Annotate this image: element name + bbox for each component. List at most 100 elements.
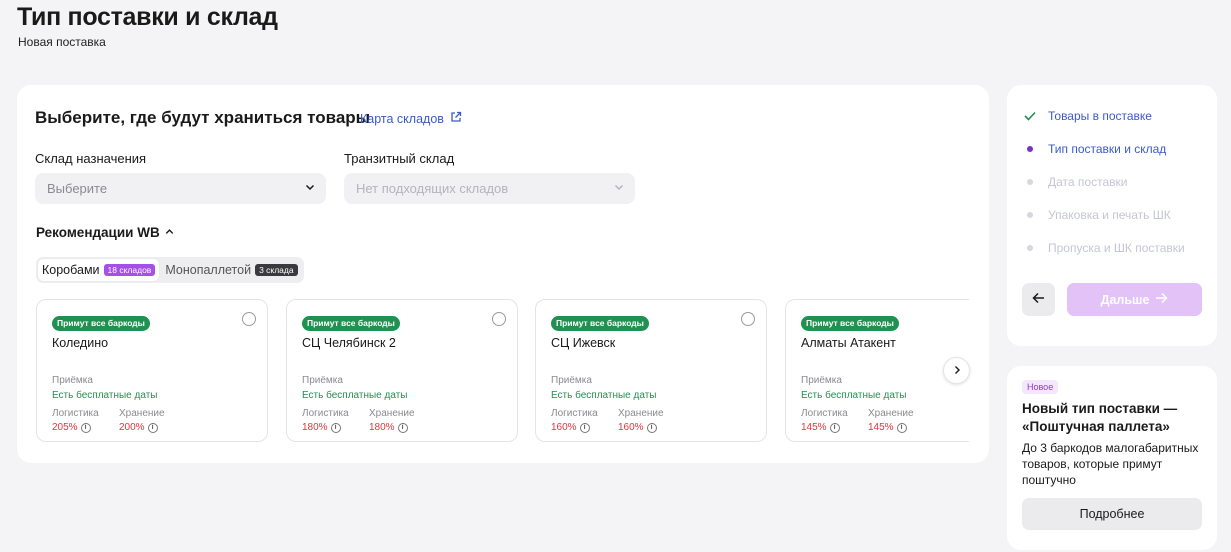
step-packing: Упаковка и печать ШК <box>1024 208 1171 222</box>
tab-label: Монопаллетой <box>165 263 252 277</box>
step-passes: Пропуска и ШК поставки <box>1024 241 1185 255</box>
carousel-next-button[interactable] <box>943 357 970 384</box>
logistics-value: 160% i <box>551 422 590 433</box>
storage-label: Хранение <box>618 408 664 419</box>
logistics-value: 180% i <box>302 422 341 433</box>
pending-step-dot-icon <box>1024 179 1036 185</box>
tab-monopallet[interactable]: Монопаллетой 3 склада <box>161 259 301 281</box>
info-icon[interactable]: i <box>80 422 91 433</box>
destination-select[interactable]: Выберите <box>35 173 326 204</box>
logistics-percent: 160% <box>551 422 577 433</box>
count-badge: 18 складов <box>103 263 156 277</box>
next-button[interactable]: Дальше <box>1067 283 1202 316</box>
logistics-label: Логистика <box>52 408 99 419</box>
recommendations-toggle[interactable]: Рекомендации WB <box>36 225 175 240</box>
transit-select[interactable]: Нет подходящих складов <box>344 173 635 204</box>
chevron-right-icon <box>952 362 962 380</box>
warehouse-name: СЦ Челябинск 2 <box>302 336 396 350</box>
storage-label: Хранение <box>119 408 165 419</box>
arrow-left-icon <box>1032 291 1045 309</box>
destination-placeholder: Выберите <box>47 181 108 196</box>
external-link-icon <box>450 111 462 126</box>
info-icon[interactable]: i <box>829 422 840 433</box>
tab-boxes[interactable]: Коробами 18 складов <box>38 259 160 281</box>
step-label: Товары в поставке <box>1048 109 1152 123</box>
steps-panel: Товары в поставке Тип поставки и склад Д… <box>1007 85 1217 346</box>
count-badge: 3 склада <box>255 263 298 277</box>
logistics-label: Логистика <box>302 408 349 419</box>
step-supply-type[interactable]: Тип поставки и склад <box>1024 142 1166 156</box>
step-date: Дата поставки <box>1024 175 1127 189</box>
acceptance-value: Есть бесплатные даты <box>551 390 657 401</box>
transit-label: Транзитный склад <box>344 151 455 166</box>
storage-value: 180% i <box>369 422 408 433</box>
arrow-right-icon <box>1155 292 1168 307</box>
destination-label: Склад назначения <box>35 151 147 166</box>
info-icon[interactable]: i <box>330 422 341 433</box>
promo-text: До 3 баркодов малогабаритных товаров, ко… <box>1022 441 1199 487</box>
acceptance-label: Приёмка <box>52 375 93 386</box>
warehouse-radio[interactable] <box>492 312 506 326</box>
warehouse-name: Алматы Атакент <box>801 336 896 350</box>
storage-percent: 180% <box>369 422 395 433</box>
storage-value: 160% i <box>618 422 657 433</box>
acceptance-label: Приёмка <box>801 375 842 386</box>
recommendations-title: Рекомендации WB <box>36 225 160 240</box>
storage-percent: 200% <box>119 422 145 433</box>
logistics-label: Логистика <box>551 408 598 419</box>
learn-more-button[interactable]: Подробнее <box>1022 498 1202 530</box>
step-label: Пропуска и ШК поставки <box>1048 241 1185 255</box>
barcodes-badge: Примут все баркоды <box>302 316 400 331</box>
storage-value: 145% i <box>868 422 907 433</box>
section-title: Выберите, где будут храниться товары <box>35 108 371 127</box>
info-icon[interactable]: i <box>397 422 408 433</box>
storage-label: Хранение <box>868 408 914 419</box>
info-icon[interactable]: i <box>579 422 590 433</box>
acceptance-label: Приёмка <box>551 375 592 386</box>
warehouse-radio[interactable] <box>242 312 256 326</box>
acceptance-label: Приёмка <box>302 375 343 386</box>
barcodes-badge: Примут все баркоды <box>801 316 899 331</box>
transit-placeholder: Нет подходящих складов <box>356 181 509 196</box>
new-badge: Новое <box>1022 380 1059 394</box>
supply-type-tabs: Коробами 18 складов Монопаллетой 3 склад… <box>36 257 304 283</box>
info-icon[interactable]: i <box>646 422 657 433</box>
current-step-dot-icon <box>1024 146 1036 152</box>
warehouse-card[interactable]: Примут все баркоды Коледино Приёмка Есть… <box>36 299 268 442</box>
logistics-value: 205% i <box>52 422 91 433</box>
warehouse-name: СЦ Ижевск <box>551 336 616 350</box>
warehouse-selection-card: Выберите, где будут храниться товары Кар… <box>17 85 989 463</box>
back-button[interactable] <box>1022 283 1055 316</box>
info-icon[interactable]: i <box>147 422 158 433</box>
check-icon <box>1024 111 1036 121</box>
storage-value: 200% i <box>119 422 158 433</box>
info-icon[interactable]: i <box>896 422 907 433</box>
warehouse-card[interactable]: Примут все баркоды СЦ Челябинск 2 Приёмк… <box>286 299 518 442</box>
warehouse-map-link[interactable]: Карта складов <box>360 111 462 126</box>
warehouse-card[interactable]: Примут все баркоды СЦ Ижевск Приёмка Ест… <box>535 299 767 442</box>
pending-step-dot-icon <box>1024 245 1036 251</box>
storage-percent: 160% <box>618 422 644 433</box>
warehouse-radio[interactable] <box>741 312 755 326</box>
chevron-down-icon <box>304 181 316 196</box>
warehouse-card[interactable]: Примут все баркоды Алматы Атакент Приёмк… <box>785 299 969 442</box>
step-products[interactable]: Товары в поставке <box>1024 109 1152 123</box>
map-link-label: Карта складов <box>360 111 444 126</box>
step-label: Упаковка и печать ШК <box>1048 208 1171 222</box>
step-label: Дата поставки <box>1048 175 1128 189</box>
next-button-label: Дальше <box>1100 292 1150 307</box>
tab-label: Коробами <box>42 263 100 277</box>
page-subtitle: Новая поставка <box>18 35 106 49</box>
storage-label: Хранение <box>369 408 415 419</box>
promo-card: Новое Новый тип поставки — «Поштучная па… <box>1007 366 1217 550</box>
storage-percent: 145% <box>868 422 894 433</box>
acceptance-value: Есть бесплатные даты <box>302 390 408 401</box>
logistics-label: Логистика <box>801 408 848 419</box>
warehouse-carousel: Примут все баркоды Коледино Приёмка Есть… <box>36 299 969 443</box>
acceptance-value: Есть бесплатные даты <box>52 390 158 401</box>
page-title: Тип поставки и склад <box>17 3 278 31</box>
logistics-value: 145% i <box>801 422 840 433</box>
warehouse-name: Коледино <box>52 336 109 350</box>
barcodes-badge: Примут все баркоды <box>52 316 150 331</box>
step-label: Тип поставки и склад <box>1048 142 1167 156</box>
